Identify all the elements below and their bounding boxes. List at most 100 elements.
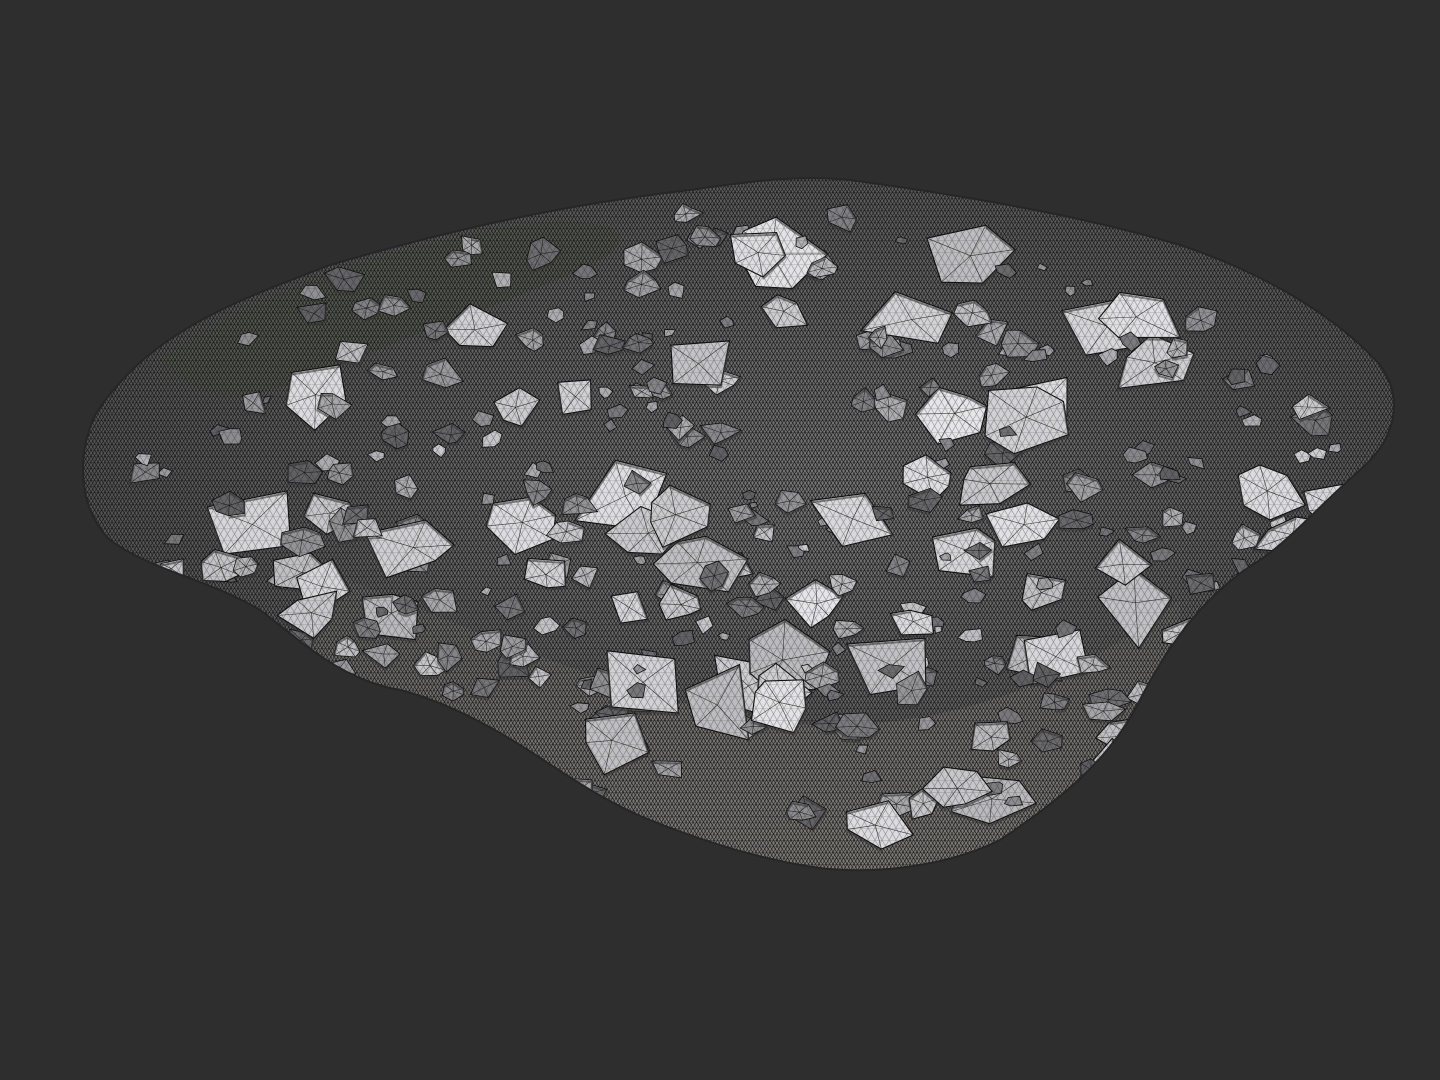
rock-facet	[251, 699, 264, 708]
mesh-edge	[508, 765, 521, 767]
mesh-edge	[444, 749, 454, 756]
mesh-edge	[259, 703, 268, 714]
mesh-edge	[334, 739, 354, 746]
mesh-edge	[1214, 640, 1232, 648]
mesh-edge	[1306, 574, 1319, 580]
rock-shadow-edge	[237, 692, 280, 709]
mesh-edge	[1304, 566, 1308, 580]
mesh-edge	[520, 765, 535, 773]
rock-facet	[1267, 655, 1300, 674]
rock-facet	[1265, 604, 1279, 617]
mesh-edge	[347, 734, 354, 746]
rock-shadow-edge	[312, 672, 357, 687]
mesh-edge	[1300, 607, 1316, 610]
mesh-edge	[1275, 637, 1289, 650]
mesh-edge	[1269, 667, 1278, 675]
mesh-edge	[186, 644, 206, 658]
rock-facet	[214, 655, 238, 676]
mesh-edge	[1292, 534, 1327, 542]
rock-shadow-edge	[1252, 626, 1289, 653]
rock-facet	[1283, 614, 1320, 646]
mesh-edge	[1321, 506, 1337, 525]
mesh-edge	[1292, 608, 1301, 618]
mesh-edge	[558, 819, 592, 848]
rubble-pile-model[interactable]	[0, 0, 1440, 1080]
mesh-edge	[1090, 769, 1099, 781]
mesh-edge	[347, 745, 354, 760]
mesh-edge	[172, 631, 188, 640]
rock-facet	[1296, 592, 1317, 608]
mesh-edge	[1091, 768, 1105, 770]
rock-facet	[164, 627, 206, 660]
rock-facet	[403, 719, 419, 733]
mesh-edge	[335, 672, 344, 683]
rock-facet	[334, 734, 371, 760]
rock-facet	[1198, 617, 1218, 632]
mesh-edge	[1268, 660, 1284, 664]
mesh-edge	[1194, 633, 1215, 641]
mesh-edge	[259, 701, 279, 705]
mesh-edge	[180, 644, 188, 660]
mesh-edge	[558, 817, 603, 820]
mesh-edge	[1130, 735, 1143, 765]
mesh-edge	[1264, 625, 1277, 639]
rock-shadow-edge	[437, 751, 455, 769]
mesh-edge	[159, 639, 188, 649]
mesh-edge	[186, 627, 192, 645]
rock-facet	[159, 619, 207, 660]
mesh-edge	[1271, 663, 1284, 674]
rock-shadow-edge	[343, 708, 391, 753]
mesh-edge	[330, 672, 337, 684]
mesh-edge	[252, 703, 261, 718]
mesh-edge	[376, 726, 398, 748]
mesh-edge	[259, 691, 269, 705]
rock-facet	[508, 753, 535, 775]
mesh-edge	[1282, 663, 1290, 674]
rock-facet	[270, 689, 347, 744]
rock-facet	[1329, 560, 1348, 573]
rock-shadow-edge	[513, 819, 604, 855]
mesh-edge	[178, 633, 188, 645]
mesh-edge	[181, 639, 188, 659]
mesh-edge	[1335, 588, 1355, 591]
rock-facet	[1344, 507, 1357, 518]
rock-shadow-edge	[1267, 657, 1290, 677]
rock-shadow-edge	[1111, 739, 1140, 783]
rock-facet	[436, 744, 455, 766]
rock-shadow-edge	[270, 694, 333, 747]
viewport-canvas[interactable]	[0, 0, 1440, 1080]
mesh-edge	[306, 710, 332, 726]
rock-shadow-edge	[507, 754, 532, 777]
mesh-edge	[353, 739, 371, 746]
mesh-edge	[187, 639, 206, 648]
rock-facet	[1313, 547, 1335, 559]
rock-facet	[1178, 652, 1204, 671]
mesh-edge	[313, 671, 337, 673]
mesh-edge	[1265, 667, 1271, 680]
mesh-edge	[1290, 601, 1301, 610]
mesh-edge	[542, 819, 559, 852]
mesh-edge	[1261, 657, 1271, 668]
mesh-edge	[520, 760, 532, 766]
mesh-edge	[376, 706, 391, 727]
mesh-edge	[1306, 579, 1319, 588]
mesh-edge	[1300, 631, 1319, 638]
rock-shadow-edge	[1295, 577, 1320, 591]
mesh-edge	[1286, 608, 1301, 612]
mesh-edge	[1283, 631, 1302, 644]
mesh-edge	[525, 792, 559, 820]
3d-viewport[interactable]	[0, 0, 1440, 1080]
rock-facet	[1257, 656, 1281, 680]
mesh-edge	[1272, 637, 1277, 650]
mesh-edge	[1299, 631, 1302, 646]
rock-facet	[1253, 623, 1290, 650]
mesh-edge	[376, 718, 406, 727]
rock-shadow-edge	[163, 634, 205, 662]
mesh-edge	[271, 710, 307, 720]
rock-facet	[150, 579, 168, 597]
rock-facet	[450, 766, 473, 781]
rock-shadow-edge	[1296, 616, 1321, 649]
mesh-edge	[1257, 667, 1270, 670]
mesh-edge	[1297, 579, 1308, 588]
mesh-edge	[1253, 637, 1277, 643]
